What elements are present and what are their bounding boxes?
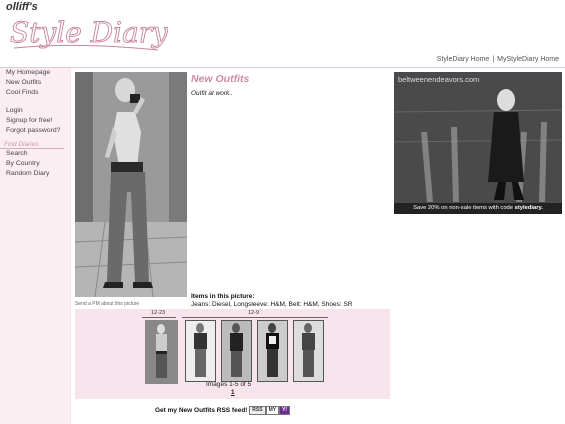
sidebar-item-random-diary[interactable]: Random Diary (0, 169, 70, 179)
logo-text: Style Diary (10, 16, 168, 49)
main-content: Send a PM about this picture New Outfits… (71, 68, 565, 424)
mystylediary-home-link[interactable]: MyStyleDiary Home (497, 56, 559, 63)
sidebar-item-login[interactable]: Login (0, 106, 70, 116)
date-bracket (142, 317, 176, 318)
style-diary-logo[interactable]: Style Diary (8, 12, 168, 54)
outfit-gallery: 12-23 12-9 Images 1-5 of 5 1 (75, 309, 390, 399)
advertisement-banner[interactable]: beltweenendeavors.com Save 20% on non-sa… (394, 72, 562, 214)
date-bracket (182, 317, 328, 318)
page-link-1[interactable]: 1 (231, 389, 235, 396)
rss-feed-line: Get my New Outfits RSS feed! RSS MY Y! (155, 406, 291, 415)
sidebar: My Homepage New Outfits Cool Finds Login… (0, 68, 70, 424)
rss-icon[interactable]: RSS (249, 406, 266, 415)
outfit-caption: Outfit at work.. (191, 90, 233, 97)
rss-feed-text[interactable]: Get my New Outfits RSS feed! (155, 407, 247, 414)
gallery-thumbnail[interactable] (185, 320, 216, 382)
sidebar-item-new-outfits[interactable]: New Outfits (0, 78, 70, 88)
header: olliff's Style Diary (0, 0, 565, 57)
gallery-thumbnail[interactable] (293, 320, 324, 382)
sidebar-item-cool-finds[interactable]: Cool Finds (0, 88, 70, 98)
items-list: Jeans: Diesel, Longsleeve: H&M, Belt: H&… (191, 301, 353, 308)
gallery-date-2: 12-9 (248, 310, 260, 316)
yahoo-icon[interactable]: Y! (279, 406, 291, 415)
ad-promo-code: stylediary. (514, 205, 543, 211)
sidebar-item-search[interactable]: Search (0, 149, 70, 159)
gallery-date-1: 12-23 (151, 310, 166, 316)
ad-promo-bar: Save 20% on non-sale items with code sty… (394, 203, 562, 214)
ad-promo-text: Save 20% on non-sale items with code (413, 205, 515, 211)
sidebar-item-forgot-password[interactable]: Forgot password? (0, 126, 70, 136)
my-yahoo-icon[interactable]: MY (265, 406, 280, 415)
ad-url: beltweenendeavors.com (398, 75, 480, 84)
top-navigation: StyleDiary Home | MyStyleDiary Home (0, 56, 565, 68)
images-count: Images 1-5 of 5 (206, 381, 252, 388)
outfit-photo (75, 72, 187, 297)
send-pm-link[interactable]: Send a PM about this picture (75, 301, 139, 307)
gallery-thumbnail[interactable] (145, 320, 178, 384)
items-heading: Items in this picture: (191, 293, 255, 300)
nav-separator: | (492, 56, 495, 63)
styldiary-home-link[interactable]: StyleDiary Home (437, 56, 490, 63)
sidebar-item-by-country[interactable]: By Country (0, 159, 70, 169)
sidebar-item-my-homepage[interactable]: My Homepage (0, 68, 70, 78)
gallery-thumbnail[interactable] (257, 320, 288, 382)
sidebar-item-signup[interactable]: Signup for free! (0, 116, 70, 126)
gallery-thumbnail[interactable] (221, 320, 252, 382)
find-diaries-heading: Find Diaries (0, 141, 64, 149)
page-title: New Outfits (191, 73, 250, 85)
